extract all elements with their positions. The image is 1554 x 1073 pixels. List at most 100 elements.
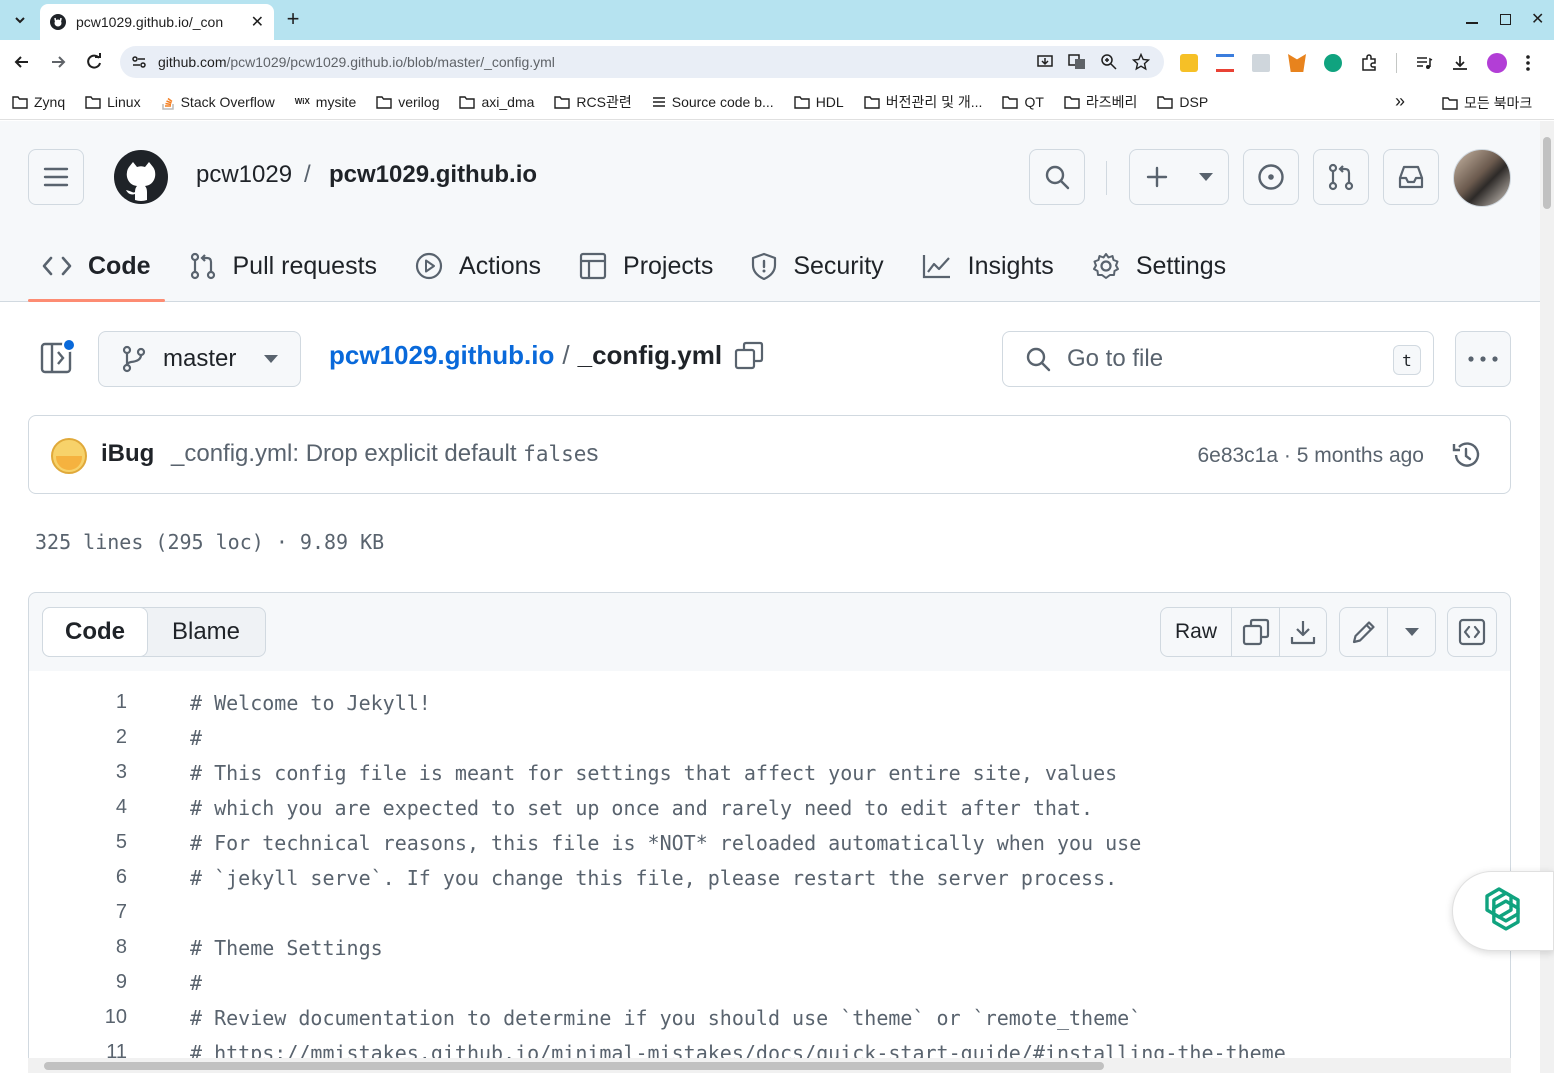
- window-maximize-icon[interactable]: [1500, 14, 1511, 25]
- download-icon: [1290, 621, 1316, 645]
- bookmark-item[interactable]: Linux: [85, 94, 141, 110]
- line-number[interactable]: 3: [29, 761, 127, 784]
- media-controls-icon[interactable]: [1415, 54, 1433, 72]
- edit-dropdown-button[interactable]: [1388, 608, 1435, 656]
- line-number[interactable]: 2: [29, 726, 127, 749]
- extension-keep-icon[interactable]: [1180, 54, 1198, 72]
- address-bar[interactable]: github.com/pcw1029/pcw1029.github.io/blo…: [120, 46, 1164, 78]
- symbols-panel-button[interactable]: [1447, 607, 1497, 657]
- new-tab-button[interactable]: +: [282, 8, 304, 32]
- bookmark-item[interactable]: Source code b...: [652, 94, 774, 110]
- window-close-icon[interactable]: ✕: [1531, 9, 1544, 29]
- create-new-button[interactable]: [1129, 149, 1229, 205]
- bookmark-star-icon[interactable]: [1132, 53, 1150, 71]
- bookmark-item[interactable]: Stack Overflow: [161, 94, 275, 110]
- bookmark-item[interactable]: verilog: [376, 94, 439, 110]
- code-view-button[interactable]: Code: [42, 607, 148, 657]
- bookmark-item[interactable]: Zynq: [12, 94, 65, 110]
- branch-name: master: [163, 345, 237, 372]
- edit-file-button[interactable]: [1340, 608, 1388, 656]
- go-to-file-input[interactable]: Go to file t: [1002, 331, 1434, 387]
- scrollbar-thumb[interactable]: [44, 1062, 1104, 1070]
- horizontal-scrollbar[interactable]: [28, 1058, 1511, 1073]
- blame-view-button[interactable]: Blame: [147, 608, 265, 656]
- commit-author-avatar[interactable]: [51, 438, 87, 474]
- expand-file-tree-button[interactable]: [40, 338, 80, 378]
- extensions-puzzle-icon[interactable]: [1360, 54, 1378, 72]
- metamask-fox-icon[interactable]: [1288, 54, 1306, 72]
- chatgpt-logo-icon: [1485, 887, 1520, 931]
- bookmark-item[interactable]: WiX mysite: [295, 94, 357, 110]
- more-options-button[interactable]: [1455, 331, 1511, 387]
- line-number[interactable]: 6: [29, 866, 127, 889]
- more-vert-icon[interactable]: [1525, 54, 1531, 72]
- line-number[interactable]: 10: [29, 1006, 127, 1029]
- menu-button[interactable]: [28, 149, 84, 205]
- browser-tab-active[interactable]: pcw1029.github.io/_con ✕: [40, 4, 274, 40]
- copy-raw-button[interactable]: [1232, 608, 1280, 656]
- history-button[interactable]: [1451, 440, 1481, 470]
- scrollbar-thumb[interactable]: [1543, 137, 1551, 209]
- profile-avatar[interactable]: [1487, 53, 1507, 73]
- github-logo-icon[interactable]: [114, 150, 168, 204]
- line-number[interactable]: 7: [29, 901, 127, 924]
- breadcrumb-repo[interactable]: pcw1029.github.io: [329, 161, 537, 189]
- forward-icon[interactable]: [48, 52, 68, 72]
- tab-pull-requests[interactable]: Pull requests: [175, 231, 392, 301]
- inbox-button[interactable]: [1383, 149, 1439, 205]
- commit-author[interactable]: iBug: [101, 440, 154, 468]
- inbox-icon: [1398, 165, 1424, 189]
- tab-security[interactable]: Security: [737, 231, 897, 301]
- notification-dot: [62, 338, 76, 352]
- tab-settings[interactable]: Settings: [1078, 231, 1240, 301]
- copy-path-icon[interactable]: [734, 341, 764, 371]
- translate-icon[interactable]: [1068, 53, 1086, 71]
- line-content: # Welcome to Jekyll!: [190, 691, 431, 715]
- branch-selector[interactable]: master: [98, 331, 301, 387]
- commit-message[interactable]: _config.yml: Drop explicit default false…: [171, 440, 598, 468]
- line-number[interactable]: 8: [29, 936, 127, 959]
- bookmark-item[interactable]: DSP: [1157, 94, 1208, 110]
- line-number[interactable]: 4: [29, 796, 127, 819]
- search-button[interactable]: [1029, 149, 1085, 205]
- line-number[interactable]: 9: [29, 971, 127, 994]
- back-icon[interactable]: [12, 52, 32, 72]
- pull-requests-button[interactable]: [1313, 149, 1369, 205]
- download-icon[interactable]: [1451, 54, 1469, 72]
- download-raw-button[interactable]: [1280, 608, 1326, 656]
- line-number[interactable]: 1: [29, 691, 127, 714]
- bookmark-item[interactable]: 버전관리 및 개...: [864, 92, 982, 112]
- assistant-floating-button[interactable]: [1452, 871, 1554, 951]
- file-breadcrumb-repo[interactable]: pcw1029.github.io: [329, 340, 554, 371]
- bookmark-item[interactable]: QT: [1002, 94, 1044, 110]
- reload-icon[interactable]: [84, 52, 104, 72]
- extension-tool-icon[interactable]: [1216, 54, 1234, 72]
- line-number[interactable]: 5: [29, 831, 127, 854]
- bookmark-item[interactable]: RCS관련: [554, 92, 632, 112]
- zoom-icon[interactable]: [1100, 53, 1118, 71]
- site-info-icon[interactable]: [130, 53, 148, 71]
- user-avatar[interactable]: [1453, 149, 1511, 207]
- issues-button[interactable]: [1243, 149, 1299, 205]
- bookmark-item[interactable]: HDL: [793, 94, 844, 110]
- extension-page-icon[interactable]: [1252, 54, 1270, 72]
- tab-actions[interactable]: Actions: [401, 231, 555, 301]
- tab-insights[interactable]: Insights: [908, 231, 1068, 301]
- window-minimize-icon[interactable]: [1466, 10, 1480, 24]
- all-bookmarks-folder[interactable]: 모든 북마크: [1442, 93, 1532, 113]
- tab-close-icon[interactable]: ✕: [251, 12, 264, 32]
- tab-projects[interactable]: Projects: [565, 231, 727, 301]
- bookmark-item[interactable]: axi_dma: [459, 94, 534, 110]
- tab-code[interactable]: Code: [28, 231, 165, 302]
- code-line: 10 # Review documentation to determine if…: [29, 1006, 1509, 1041]
- install-app-icon[interactable]: [1036, 53, 1054, 71]
- chatgpt-extension-icon[interactable]: [1324, 54, 1342, 72]
- browser-toolbar: github.com/pcw1029/pcw1029.github.io/blo…: [0, 40, 1554, 84]
- bookmarks-overflow-button[interactable]: »: [1395, 91, 1405, 112]
- tab-list-button[interactable]: [8, 8, 32, 32]
- breadcrumb-owner[interactable]: pcw1029: [196, 161, 292, 189]
- bookmark-item[interactable]: 라즈베리: [1064, 92, 1137, 112]
- commit-sha[interactable]: 6e83c1a: [1197, 444, 1278, 467]
- raw-button[interactable]: Raw: [1161, 608, 1232, 656]
- line-content: # This config file is meant for settings…: [190, 761, 1118, 785]
